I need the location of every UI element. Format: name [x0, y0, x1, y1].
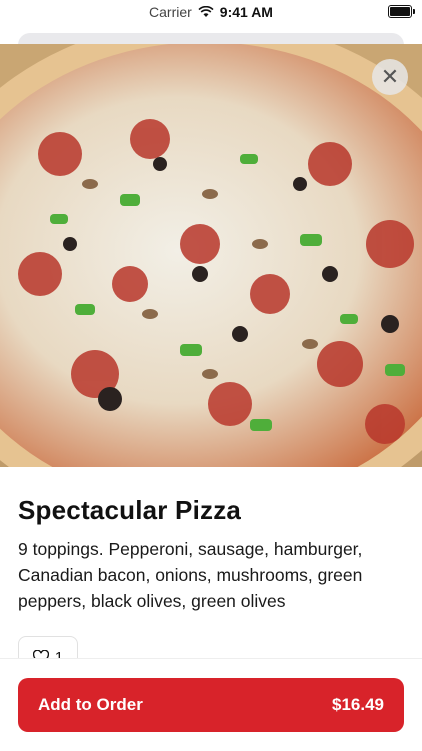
item-title: Spectacular Pizza: [18, 495, 242, 525]
pizza-image: [0, 44, 422, 467]
status-time: 9:41 AM: [219, 4, 273, 20]
wifi-icon: [198, 6, 214, 17]
close-button[interactable]: ✕: [372, 59, 408, 95]
item-description: 9 toppings. Pepperoni, sausage, hamburge…: [18, 539, 363, 611]
add-to-order-label: Add to Order: [38, 695, 143, 714]
close-icon: ✕: [380, 64, 400, 89]
pizza-photo: [0, 44, 422, 467]
status-bar: Carrier 9:41 AM: [0, 0, 422, 24]
battery-icon: [388, 5, 415, 18]
order-price: $16.49: [332, 695, 384, 714]
carrier-label: Carrier: [149, 4, 192, 20]
item-details: Spectacular Pizza 9 toppings. Pepperoni,…: [18, 495, 404, 614]
status-left: Carrier 9:41 AM: [149, 4, 273, 20]
add-to-order-button[interactable]: Add to Order $16.49: [18, 678, 404, 732]
